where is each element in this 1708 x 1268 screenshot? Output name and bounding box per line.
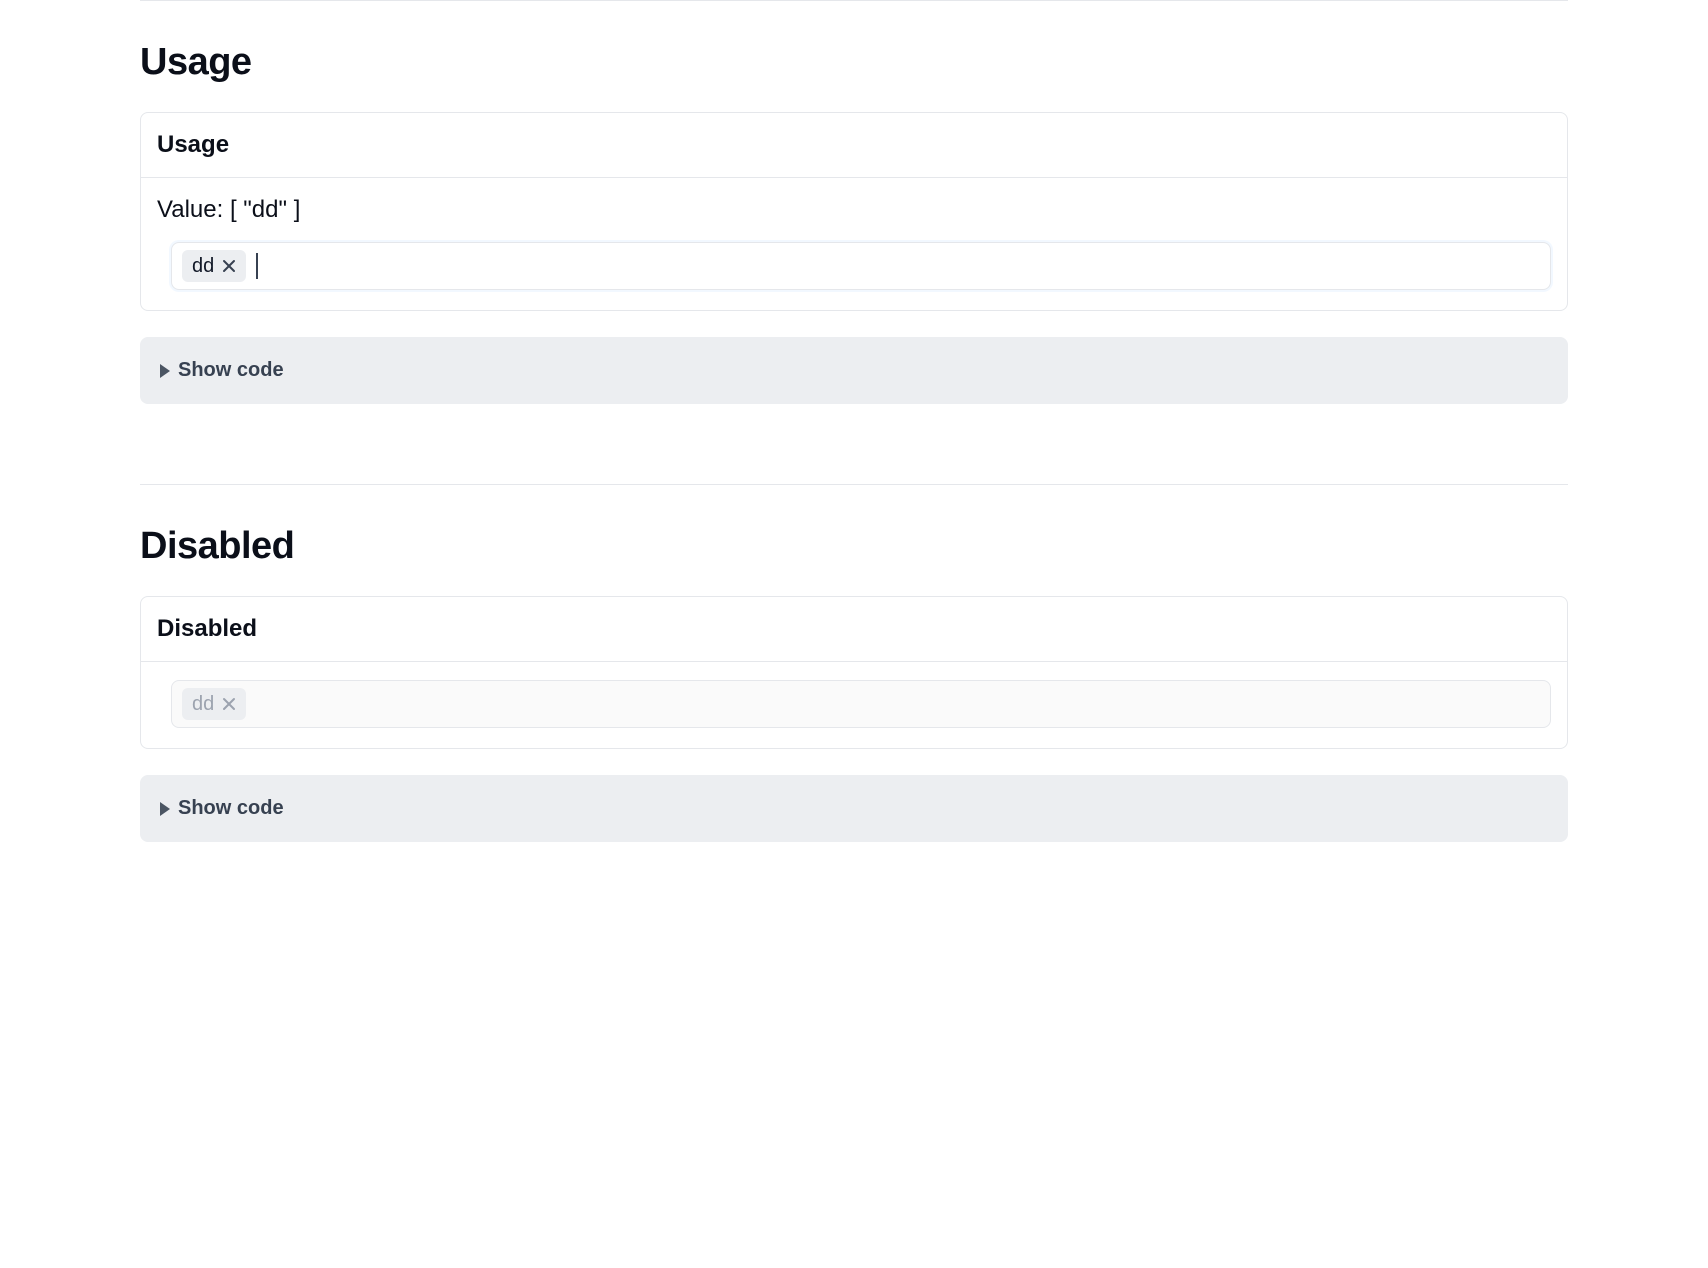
tags-input[interactable]: dd <box>171 242 1551 290</box>
section-heading-disabled: Disabled <box>140 525 1568 568</box>
show-code-label: Show code <box>178 797 284 820</box>
card-header-usage: Usage <box>141 113 1567 178</box>
card-header-disabled: Disabled <box>141 597 1567 662</box>
chevron-right-icon <box>160 802 170 816</box>
show-code-toggle[interactable]: Show code <box>140 775 1568 842</box>
card-title-disabled: Disabled <box>157 615 1551 643</box>
card-body-disabled: dd <box>141 662 1567 748</box>
show-code-label: Show code <box>178 359 284 382</box>
card-usage: Usage Value: [ "dd" ] dd <box>140 112 1568 311</box>
text-cursor <box>256 253 258 279</box>
card-body-usage: Value: [ "dd" ] dd <box>141 178 1567 310</box>
section-disabled: Disabled Disabled dd Show code <box>140 485 1568 872</box>
tag-item[interactable]: dd <box>182 250 246 282</box>
close-icon <box>220 695 238 713</box>
value-prefix: Value: <box>157 196 223 223</box>
chevron-right-icon <box>160 364 170 378</box>
spacer <box>140 434 1568 484</box>
show-code-toggle[interactable]: Show code <box>140 337 1568 404</box>
value-array: [ "dd" ] <box>230 196 300 223</box>
tag-label: dd <box>192 254 214 278</box>
tag-label: dd <box>192 692 214 716</box>
close-icon[interactable] <box>220 257 238 275</box>
value-display: Value: [ "dd" ] <box>157 196 1551 224</box>
card-disabled: Disabled dd <box>140 596 1568 749</box>
section-heading-usage: Usage <box>140 41 1568 84</box>
tags-input-disabled: dd <box>171 680 1551 728</box>
tag-item: dd <box>182 688 246 720</box>
card-title-usage: Usage <box>157 131 1551 159</box>
section-usage: Usage Usage Value: [ "dd" ] dd <box>140 1 1568 434</box>
